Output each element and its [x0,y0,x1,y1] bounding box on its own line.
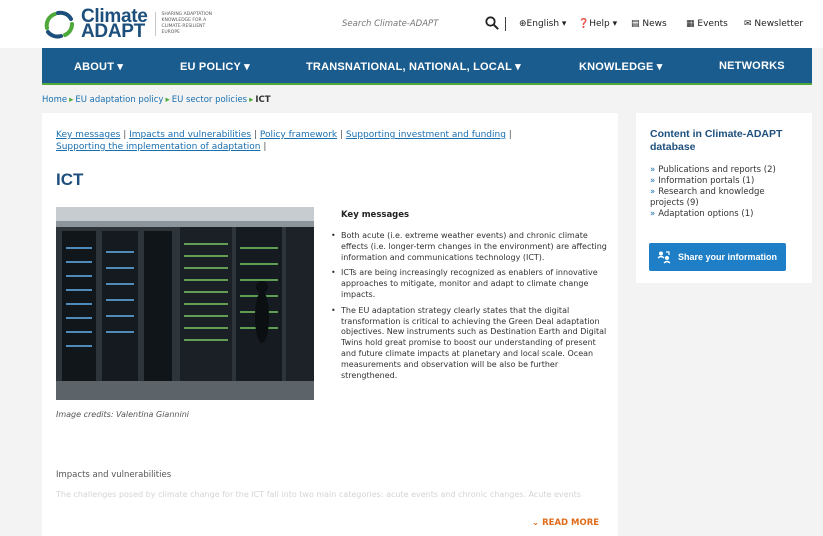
search-icon[interactable] [485,15,499,30]
share-users-icon [657,251,671,264]
toc-policy-framework[interactable]: Policy framework [260,130,337,140]
double-chevron-icon: » [650,187,656,197]
sidebar-item-portals[interactable]: » Information portals (1) [650,176,800,187]
logo-tagline: Sharing adaptation knowledge for a clima… [154,12,225,36]
events-link[interactable]: ▦ Events [686,19,728,29]
breadcrumb-separator: ▸ [69,95,74,105]
news-link[interactable]: ▤ News [631,19,667,29]
share-information-button[interactable]: Share your information [649,243,786,271]
newsletter-link[interactable]: ✉ Newsletter [744,19,803,29]
key-messages-heading: Key messages [341,210,410,220]
toc-implementation[interactable]: Supporting the implementation of adaptat… [56,142,260,152]
nav-knowledge[interactable]: KNOWLEDGE ▾ [579,60,663,73]
impacts-heading: Impacts and vulnerabilities [56,470,172,480]
toc-key-messages[interactable]: Key messages [56,130,120,140]
search-divider [505,17,506,31]
newspaper-icon: ▤ [631,19,640,29]
list-item: ICTs are being increasingly recognized a… [330,268,610,300]
main-navigation: ABOUT ▾ EU POLICY ▾ TRANSNATIONAL, NATIO… [42,48,812,85]
sidebar-item-projects[interactable]: » Research and knowledge projects (9) [650,187,800,209]
database-content-panel: Content in Climate-ADAPT database » Publi… [636,113,812,283]
sidebar-item-publications[interactable]: » Publications and reports (2) [650,165,800,176]
breadcrumb-separator: ▸ [165,95,170,105]
envelope-icon: ✉ [744,19,752,29]
nav-networks[interactable]: NETWORKS [719,60,785,72]
page-title: ICT [56,170,84,189]
calendar-icon: ▦ [686,19,695,29]
site-header: Climate ADAPT Sharing adaptation knowled… [0,0,823,48]
question-icon: ❓ [578,19,590,29]
breadcrumb-sector-policies[interactable]: EU sector policies [172,95,247,105]
image-caption: Image credits: Valentina Giannini [56,410,189,419]
main-content: Key messages | Impacts and vulnerabiliti… [42,113,618,536]
search-input[interactable]: Search Climate-ADAPT [342,19,438,29]
breadcrumb: Home ▸ EU adaptation policy ▸ EU sector poli… [42,95,271,105]
climate-adapt-logo[interactable]: Climate ADAPT Sharing adaptation knowled… [41,7,225,42]
nav-transnational[interactable]: TRANSNATIONAL, NATIONAL, LOCAL ▾ [306,60,521,73]
data-center-photo [56,207,314,400]
nav-about[interactable]: ABOUT ▾ [74,60,123,73]
impacts-preview-text: The challenges posed by climate change f… [56,490,581,499]
logo-word-adapt: ADAPT [81,21,145,42]
list-item: Both acute (i.e. extreme weather events)… [330,231,610,263]
globe-icon: ⊕ [519,19,527,29]
key-messages-list: Both acute (i.e. extreme weather events)… [330,231,610,386]
caret-down-icon: ▾ [559,19,567,29]
read-more-link[interactable]: ⌄ READ MORE [532,518,599,528]
breadcrumb-separator: ▸ [249,95,254,105]
nav-eu-policy[interactable]: EU POLICY ▾ [180,60,250,73]
double-chevron-icon: » [650,176,656,186]
sidebar-title: Content in Climate-ADAPT database [650,128,783,153]
double-chevron-icon: » [650,165,656,175]
chevron-down-icon: ⌄ [532,518,543,528]
breadcrumb-eu-policy[interactable]: EU adaptation policy [75,95,163,105]
help-menu[interactable]: ❓Help ▾ [578,19,617,29]
toc-impacts[interactable]: Impacts and vulnerabilities [129,130,251,140]
language-selector[interactable]: ⊕English ▾ [519,19,566,29]
breadcrumb-current: ICT [255,95,271,105]
logo-swirl-icon [41,8,77,40]
list-item: The EU adaptation strategy clearly state… [330,306,610,382]
caret-down-icon: ▾ [609,19,618,29]
breadcrumb-home[interactable]: Home [42,95,67,105]
sidebar-list: » Publications and reports (2) » Informati… [650,165,800,220]
section-links: Key messages | Impacts and vulnerabiliti… [56,130,512,152]
toc-investment[interactable]: Supporting investment and funding [346,130,506,140]
double-chevron-icon: » [650,209,656,219]
sidebar-item-options[interactable]: » Adaptation options (1) [650,209,800,220]
